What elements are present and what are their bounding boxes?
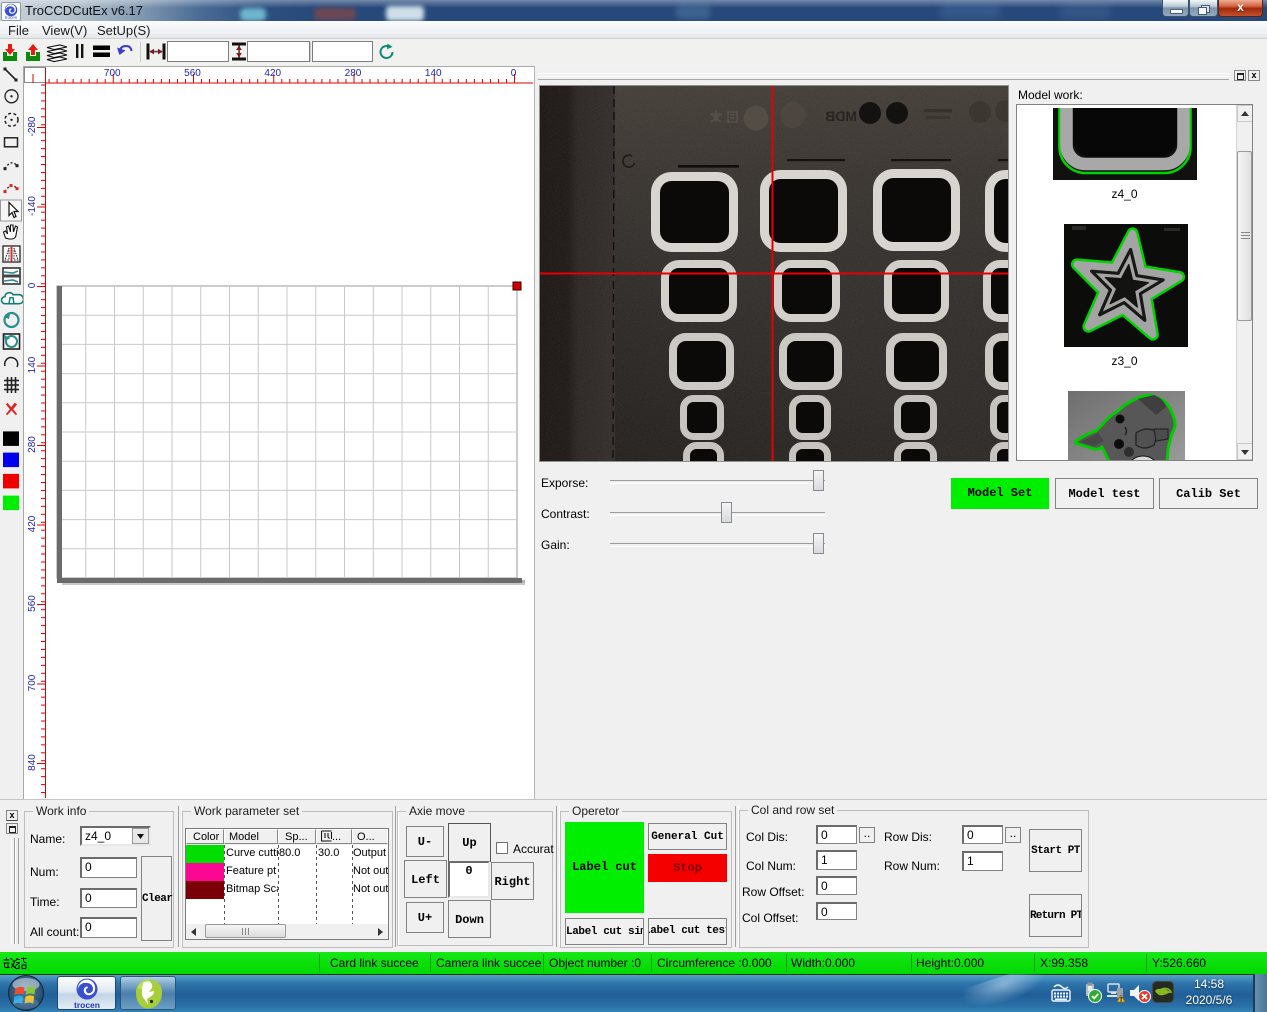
svg-text:280: 280 xyxy=(345,68,362,79)
svg-text:-280: -280 xyxy=(27,116,38,136)
svg-text:280: 280 xyxy=(27,436,38,453)
svg-text:420: 420 xyxy=(264,68,281,79)
svg-text:700: 700 xyxy=(27,674,38,691)
svg-text:trocen: trocen xyxy=(5,15,18,20)
svg-text:trocen: trocen xyxy=(74,1000,100,1010)
svg-text:0: 0 xyxy=(511,68,517,79)
svg-text:700: 700 xyxy=(104,68,121,79)
svg-text:MDB: MDB xyxy=(825,108,857,124)
svg-text:560: 560 xyxy=(184,68,201,79)
svg-text:840: 840 xyxy=(27,754,38,771)
svg-text:-140: -140 xyxy=(27,196,38,216)
svg-text:140: 140 xyxy=(425,68,442,79)
svg-text:140: 140 xyxy=(27,356,38,373)
svg-text:560: 560 xyxy=(27,595,38,612)
svg-text:420: 420 xyxy=(27,515,38,532)
svg-text:0: 0 xyxy=(27,282,38,288)
